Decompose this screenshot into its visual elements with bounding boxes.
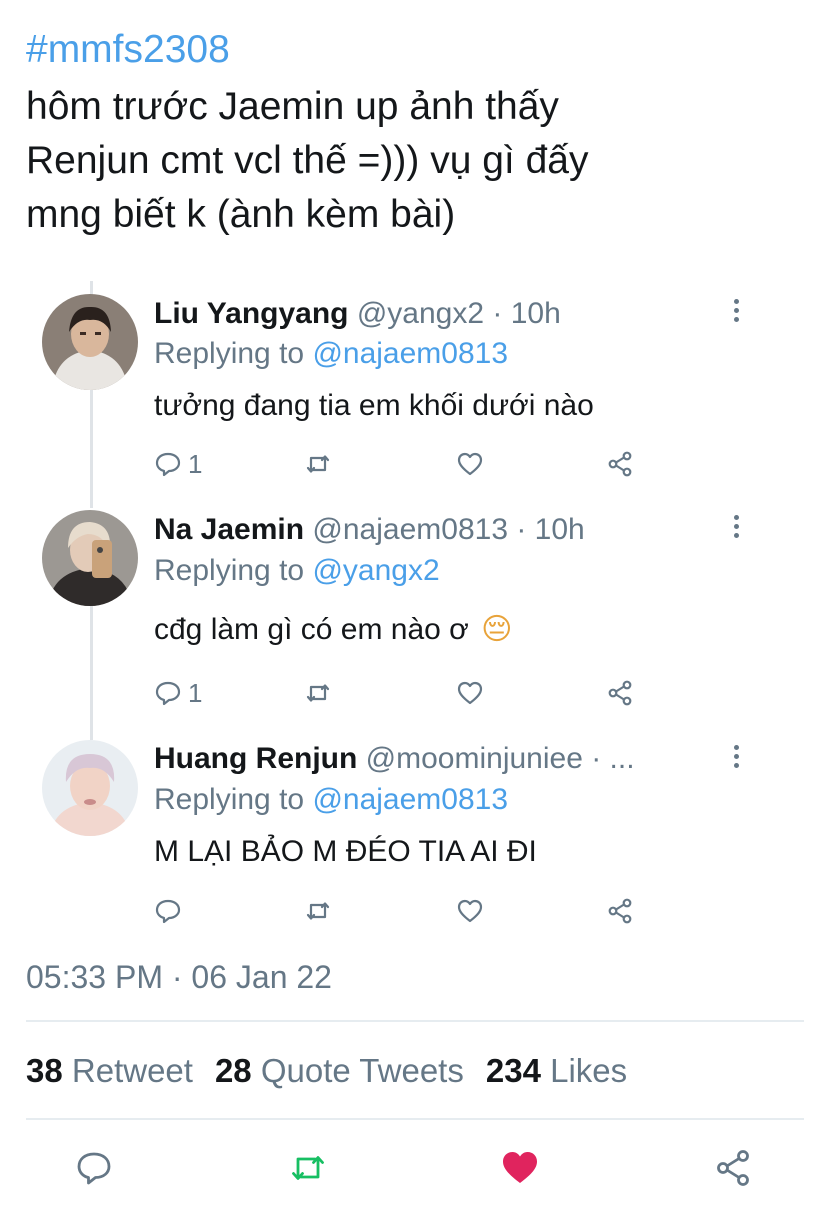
avatar[interactable] [42,740,138,836]
reply-header: Huang Renjun @moominjuniee · ... [154,741,635,777]
tweet-hashtag[interactable]: #mmfs2308 [26,27,230,73]
retweets-label: Retweet [71,1052,193,1089]
likes-label: Likes [550,1052,628,1089]
share-button[interactable] [713,1148,753,1188]
reply-count: 1 [188,448,203,479]
reply-button[interactable]: 1 [154,446,202,482]
mention-link[interactable]: @yangx2 [312,554,439,587]
mention-link[interactable]: @najaem0813 [312,337,508,370]
reply-count: 1 [188,677,203,708]
replying-label: Replying to [154,337,313,370]
avatar[interactable] [42,294,138,390]
retweet-icon [292,1156,324,1180]
share-icon [717,1150,749,1186]
share-icon [608,680,632,706]
avatar-photo-icon [42,510,138,606]
reply-actions: 1 [154,675,674,711]
heart-icon [457,681,483,705]
share-button[interactable] [606,675,634,711]
retweet-button[interactable] [288,1148,328,1188]
quotes-stat[interactable]: 28 Quote Tweets [215,1052,464,1089]
replying-to: Replying to @najaem0813 [154,782,508,818]
reply-actions: 1 [154,446,674,482]
reply-header: Na Jaemin @najaem0813 · 10h [154,512,585,548]
tweet-text-line: Renjun cmt vcl thế =))) vụ gì đấy [26,139,589,182]
reply-header: Liu Yangyang @yangx2 · 10h [154,296,561,332]
tweet-timestamp[interactable]: 05:33 PM · 06 Jan 22 [26,955,332,999]
retweet-icon [306,902,330,920]
replying-to: Replying to @najaem0813 [154,336,508,372]
reply-text: M LẠI BẢO M ĐÉO TIA AI ĐI [154,835,537,868]
avatar-photo-icon [42,294,138,390]
like-button[interactable] [456,675,484,711]
replying-to: Replying to @yangx2 [154,553,440,589]
mention-link[interactable]: @najaem0813 [312,783,508,816]
quotes-label: Quote Tweets [260,1052,464,1089]
tweet-action-bar [0,1140,828,1200]
retweet-button[interactable] [304,893,332,929]
retweets-stat[interactable]: 38 Retweet [26,1052,193,1089]
retweets-count: 38 [26,1052,63,1089]
reply-button[interactable] [74,1148,114,1188]
author-handle[interactable]: @moominjuniee · ... [366,742,635,775]
likes-count: 234 [485,1052,541,1089]
quotes-count: 28 [214,1052,252,1089]
tweet-text-line: mng biết k (ành kèm bài) [26,193,456,236]
author-handle[interactable]: @najaem0813 · 10h [312,513,584,546]
author-name[interactable]: Liu Yangyang [154,297,349,330]
replying-label: Replying to [154,783,313,816]
avatar-photo-icon [42,740,138,836]
share-icon [608,898,632,924]
replying-label: Replying to [154,554,313,587]
divider [26,1020,804,1022]
more-options-icon[interactable] [728,741,744,777]
divider [26,1118,804,1120]
tweet-text: hôm trước Jaemin up ảnh thấy Renjun cmt … [26,80,786,242]
pensive-face-emoji: 😔 [481,612,513,647]
retweet-button[interactable] [304,675,332,711]
retweet-icon [306,684,330,702]
like-button[interactable] [456,446,484,482]
author-name[interactable]: Huang Renjun [154,742,357,775]
more-options-icon[interactable] [728,511,744,547]
reply-icon [77,1152,111,1185]
heart-icon [503,1152,537,1183]
share-button[interactable] [606,893,634,929]
reply-icon [155,452,181,477]
reply-text: tưởng đang tia em khối dưới nào [154,389,594,422]
heart-icon [457,899,483,923]
reply-icon [155,899,181,924]
author-name[interactable]: Na Jaemin [154,513,304,546]
retweet-button[interactable] [304,446,332,482]
reply-button[interactable]: 1 [154,675,202,711]
reply-button[interactable] [154,893,188,929]
tweet-text-line: hôm trước Jaemin up ảnh thấy [26,85,559,128]
heart-icon [457,452,483,476]
reply-text-content: cđg làm gì có em nào ơ [154,613,469,646]
reply-icon [155,681,181,706]
tweet-stats: 38 Retweet 28 Quote Tweets 234 Likes [26,1049,627,1093]
author-handle[interactable]: @yangx2 · 10h [357,297,561,330]
thread-line [90,606,93,740]
likes-stat[interactable]: 234 Likes [486,1052,627,1089]
more-options-icon[interactable] [728,295,744,331]
reply-actions [154,893,674,929]
thread-line [90,388,93,508]
like-button[interactable] [500,1148,540,1188]
reply-text: cđg làm gì có em nào ơ 😔 [154,611,512,649]
retweet-icon [306,455,330,473]
avatar[interactable] [42,510,138,606]
share-button[interactable] [606,446,634,482]
like-button[interactable] [456,893,484,929]
share-icon [608,451,632,477]
